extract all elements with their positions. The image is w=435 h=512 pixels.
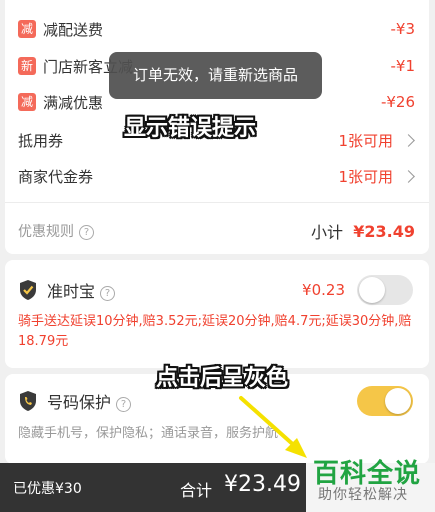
zhunshibao-title: 准时宝?: [47, 278, 116, 302]
rules-row: 优惠规则? 小计 ¥23.49: [5, 216, 429, 246]
subtotal-value: ¥23.49: [353, 221, 415, 241]
total-label: 合计: [180, 481, 213, 500]
rules-label[interactable]: 优惠规则?: [18, 221, 94, 241]
discount-value: -¥26: [380, 93, 415, 111]
zhunshibao-card: 准时宝? ¥0.23 骑手送达延误10分钟,赔3.52元;延误20分钟,赔4.7…: [5, 260, 429, 368]
shield-phone-icon: [20, 391, 36, 411]
discount-label: 减配送费: [43, 20, 104, 39]
help-circle-icon[interactable]: ?: [100, 286, 116, 301]
discount-label: 满减优惠: [43, 93, 104, 112]
zhunshibao-toggle[interactable]: [357, 275, 413, 305]
saved-amount: 已优惠¥30: [13, 481, 82, 497]
help-circle-icon[interactable]: ?: [79, 225, 94, 240]
annotation-error: 显示错误提示: [124, 116, 257, 141]
discount-value: -¥3: [390, 20, 416, 38]
chevron-right-icon: [402, 169, 415, 183]
coupon-label: 抵用券: [18, 131, 64, 150]
error-toast: 订单无效，请重新选商品: [109, 52, 322, 99]
coupon-value: 1张可用: [338, 167, 393, 186]
watermark-subtitle: 助你轻松解决: [318, 487, 408, 503]
toggle-knob: [385, 388, 411, 414]
haoma-title-text: 号码保护: [47, 393, 112, 412]
zhunshibao-header: 准时宝? ¥0.23: [5, 275, 429, 305]
discount-badge-icon: 减: [18, 20, 36, 38]
toggle-knob: [359, 277, 385, 303]
coupon-row-merchant[interactable]: 商家代金券 1张可用: [5, 161, 429, 191]
new-customer-badge-icon: 新: [18, 57, 36, 75]
rules-text: 优惠规则: [18, 224, 74, 240]
discount-value: -¥1: [390, 57, 416, 75]
divider: [5, 202, 429, 203]
coupon-label: 商家代金券: [18, 167, 94, 186]
zhunshibao-price: ¥0.23: [302, 281, 345, 299]
haoma-desc: 隐藏手机号，保护隐私；通话录音，服务护航: [18, 426, 279, 441]
total-value: ¥23.49: [224, 472, 301, 497]
haoma-title: 号码保护?: [47, 389, 132, 413]
shield-check-icon: [20, 280, 36, 300]
chevron-right-icon: [402, 133, 415, 147]
subtotal-label: 小计: [310, 223, 343, 242]
discount-badge-icon: 减: [18, 93, 36, 111]
arrow-icon: [239, 396, 307, 458]
help-circle-icon[interactable]: ?: [116, 397, 132, 412]
coupon-value: 1张可用: [338, 131, 393, 150]
discount-row: 减 减配送费 -¥3: [5, 14, 429, 44]
zhunshibao-desc: 骑手送达延误10分钟,赔3.52元;延误20分钟,赔4.7元;延误30分钟,赔1…: [18, 314, 412, 349]
haoma-toggle[interactable]: [357, 386, 413, 416]
annotation-grey: 点击后呈灰色: [156, 366, 289, 391]
zhunshibao-title-text: 准时宝: [47, 282, 96, 301]
